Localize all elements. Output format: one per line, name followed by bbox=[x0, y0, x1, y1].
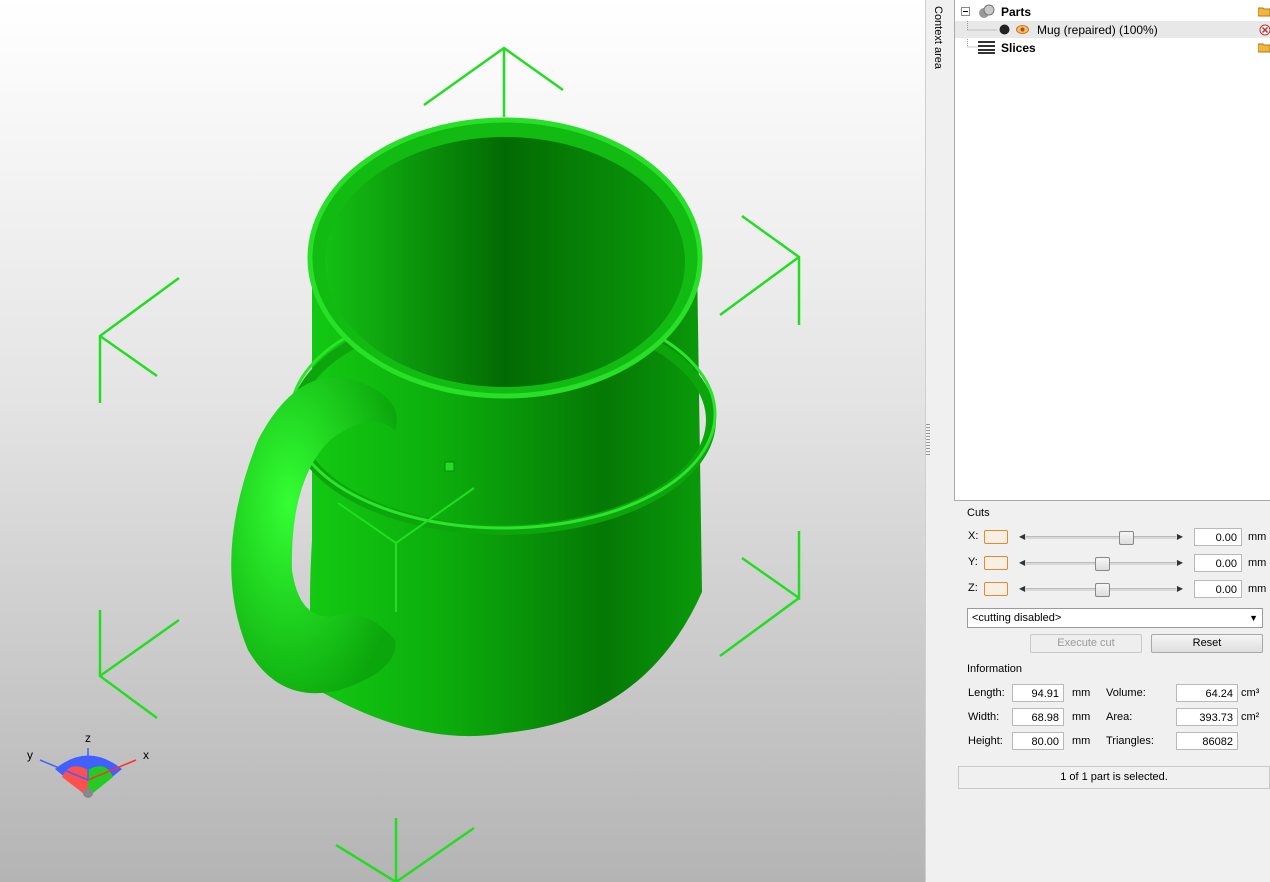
area-value: 393.73 bbox=[1176, 708, 1238, 726]
cut-x-slider-thumb[interactable] bbox=[1119, 531, 1135, 545]
cut-x-slider[interactable]: ◀ ▶ bbox=[1016, 530, 1186, 545]
cut-z-slider[interactable]: ◀ ▶ bbox=[1016, 582, 1186, 597]
height-unit: mm bbox=[1072, 735, 1091, 747]
3d-viewport[interactable]: y z x bbox=[0, 0, 925, 882]
volume-unit: cm³ bbox=[1241, 687, 1260, 699]
axis-gizmo bbox=[39, 748, 137, 798]
pivot-marker bbox=[444, 461, 455, 472]
cut-z-value[interactable]: 0.00 bbox=[1194, 580, 1242, 598]
width-unit: mm bbox=[1072, 711, 1091, 723]
eye-icon[interactable] bbox=[1016, 24, 1029, 35]
scene bbox=[39, 46, 801, 882]
slices-icon bbox=[978, 41, 995, 54]
height-label: Height: bbox=[968, 735, 1003, 747]
parts-tree[interactable]: Parts Mug (repaired) (100%) Slices bbox=[954, 0, 1270, 501]
expand-minus-icon[interactable] bbox=[961, 7, 970, 16]
cut-y-value[interactable]: 0.00 bbox=[1194, 554, 1242, 572]
cut-x-unit: mm bbox=[1248, 531, 1267, 543]
status-bar: 1 of 1 part is selected. bbox=[958, 766, 1270, 789]
context-area-label: Context area bbox=[932, 6, 944, 69]
cut-z-slider-thumb[interactable] bbox=[1094, 583, 1110, 597]
length-value: 94.91 bbox=[1012, 684, 1064, 702]
height-value: 80.00 bbox=[1012, 732, 1064, 750]
cut-z-unit: mm bbox=[1248, 583, 1267, 595]
remove-icon[interactable] bbox=[1259, 24, 1270, 36]
cut-x-label: X: bbox=[968, 530, 979, 542]
cut-mode-select[interactable]: <cutting disabled> ▼ bbox=[967, 608, 1263, 628]
length-unit: mm bbox=[1072, 687, 1091, 699]
width-label: Width: bbox=[968, 711, 1000, 723]
slices-label: Slices bbox=[1001, 40, 1036, 55]
triangles-value: 86082 bbox=[1176, 732, 1238, 750]
execute-cut-button[interactable]: Execute cut bbox=[1030, 634, 1142, 653]
info-title: Information bbox=[964, 663, 1026, 675]
cut-y-slider-thumb[interactable] bbox=[1094, 557, 1110, 571]
folder-icon[interactable] bbox=[1258, 6, 1270, 17]
triangles-label: Triangles: bbox=[1106, 735, 1154, 747]
tree-node-mug[interactable]: Mug (repaired) (100%) bbox=[955, 21, 1270, 38]
gizmo-x-label: x bbox=[143, 748, 149, 762]
part-item-label: Mug (repaired) (100%) bbox=[1037, 22, 1158, 37]
cut-z-color[interactable] bbox=[984, 582, 1008, 596]
length-label: Length: bbox=[968, 687, 1005, 699]
splitter-handle[interactable] bbox=[926, 424, 930, 456]
tree-node-parts[interactable]: Parts bbox=[955, 3, 1270, 20]
parts-icon bbox=[979, 4, 995, 18]
tree-node-slices[interactable]: Slices bbox=[955, 39, 1270, 56]
parts-label: Parts bbox=[1001, 4, 1032, 19]
volume-label: Volume: bbox=[1106, 687, 1146, 699]
cut-y-slider[interactable]: ◀ ▶ bbox=[1016, 556, 1186, 571]
width-value: 68.98 bbox=[1012, 708, 1064, 726]
gizmo-z-label: z bbox=[85, 731, 91, 745]
cuts-title: Cuts bbox=[964, 507, 993, 519]
gizmo-y-label: y bbox=[27, 748, 33, 762]
cut-x-value[interactable]: 0.00 bbox=[1194, 528, 1242, 546]
tree-line bbox=[967, 21, 997, 31]
cut-y-unit: mm bbox=[1248, 557, 1267, 569]
cut-y-color[interactable] bbox=[984, 556, 1008, 570]
chevron-down-icon[interactable]: ▼ bbox=[1249, 609, 1258, 627]
folder-icon[interactable] bbox=[1258, 42, 1270, 53]
area-label: Area: bbox=[1106, 711, 1133, 723]
cut-z-label: Z: bbox=[968, 582, 978, 594]
mug-model bbox=[231, 117, 717, 737]
cut-x-color[interactable] bbox=[984, 530, 1008, 544]
cut-y-label: Y: bbox=[968, 556, 978, 568]
volume-value: 64.24 bbox=[1176, 684, 1238, 702]
solid-dot-icon bbox=[999, 24, 1010, 35]
reset-button[interactable]: Reset bbox=[1151, 634, 1263, 653]
area-unit: cm² bbox=[1241, 711, 1260, 723]
cut-mode-value: <cutting disabled> bbox=[972, 612, 1062, 624]
